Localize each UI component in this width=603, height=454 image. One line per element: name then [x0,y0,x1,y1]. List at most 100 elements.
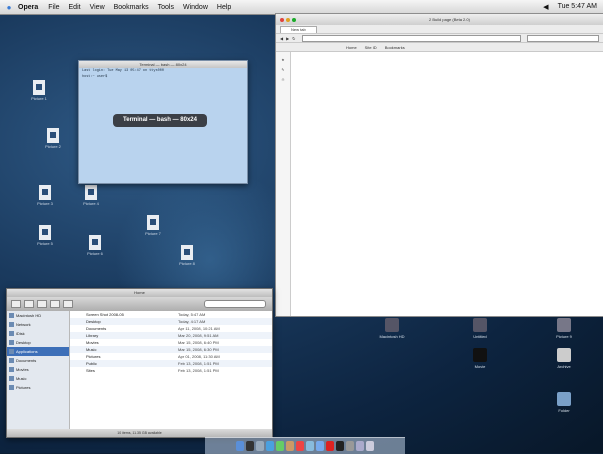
sidebar-item-idisk[interactable]: iDisk [7,329,69,338]
menu-help[interactable]: Help [217,4,231,11]
bookmark-bookmarks[interactable]: Bookmarks [385,45,405,50]
volume-icon[interactable]: ◀ [543,3,548,11]
sidebar-item-network[interactable]: Network [7,320,69,329]
desktop-icon[interactable]: Untitled [460,318,500,339]
finder-search-input[interactable] [204,300,266,308]
ichat-icon[interactable] [276,441,284,451]
bookmark-site-id[interactable]: Site ID [365,45,377,50]
menu-bookmarks[interactable]: Bookmarks [114,4,149,11]
view-column-button[interactable] [63,300,73,308]
forward-button[interactable] [24,300,34,308]
address-input[interactable] [301,34,521,42]
desktop-icon[interactable]: Picture 7 [142,215,164,236]
downloads-icon[interactable] [356,441,364,451]
panel-notes-icon[interactable]: ✎ [276,68,290,72]
minimize-button[interactable] [286,17,290,22]
document-icon [147,215,159,230]
finder-icon[interactable] [236,441,244,451]
mail-icon[interactable] [256,441,264,451]
preferences-icon[interactable] [346,441,354,451]
document-icon [557,318,571,332]
view-list-button[interactable] [50,300,60,308]
drive-icon [473,318,487,332]
tab-bar: New tab [276,25,603,34]
desktop-icon[interactable]: Macintosh HD [372,318,412,339]
trash-icon[interactable] [366,441,374,451]
file-row[interactable]: Music Mar 15, 2008, 6:30 PM [70,346,272,353]
search-input[interactable] [527,34,599,42]
sidebar-item-applications[interactable]: Applications [7,347,69,356]
menu-file[interactable]: File [48,4,59,11]
menu-tools[interactable]: Tools [158,4,174,11]
menu-view[interactable]: View [90,4,105,11]
itunes-icon[interactable] [316,441,324,451]
window-controls [280,17,296,22]
apple-icon[interactable]: ● [0,3,18,12]
file-row[interactable]: Library Mar 20, 2008, 9:51 AM [70,332,272,339]
finder-title-bar[interactable]: Home [7,289,272,297]
browser-title: 2 Build page (Beta 2.0) [429,17,470,22]
desktop-icon[interactable]: Picture 4 [80,185,102,206]
desktop-icon[interactable]: Picture 5 [34,225,56,246]
menu-window[interactable]: Window [183,4,208,11]
tab-new[interactable]: New tab [280,25,317,33]
dashboard-icon[interactable] [246,441,254,451]
iphoto-icon[interactable] [306,441,314,451]
document-icon [33,80,45,95]
bookmarks-bar: Home Site ID Bookmarks [276,43,603,52]
sidebar-item-pictures[interactable]: Pictures [7,383,69,392]
file-row[interactable]: Documents Apr 11, 2008, 10:21 AM [70,325,272,332]
document-icon [39,185,51,200]
terminal-size-hud: Terminal — bash — 80x24 [113,114,207,127]
sidebar-item-desktop[interactable]: Desktop [7,338,69,347]
browser-title-bar[interactable]: 2 Build page (Beta 2.0) [276,14,603,25]
reload-icon[interactable]: ↻ [292,36,295,41]
desktop-icon[interactable]: Picture 1 [28,80,50,101]
dock [205,437,405,454]
finder-window[interactable]: Home Macintosh HD Network iDisk Desktop … [6,288,273,438]
sidebar-item-music[interactable]: Music [7,374,69,383]
clock[interactable]: Tue 5:47 AM [558,3,597,11]
browser-window[interactable]: 2 Build page (Beta 2.0) New tab ◀ ▶ ↻ Ho… [275,13,603,317]
desktop-icon[interactable]: Picture 8 [176,245,198,266]
desktop-icon[interactable]: Picture 3 [34,185,56,206]
sidebar-item-movies[interactable]: Movies [7,365,69,374]
sidebar-item-macintosh-hd[interactable]: Macintosh HD [7,311,69,320]
file-row[interactable]: Pictures Apr 01, 2008, 11:30 AM [70,353,272,360]
app-menu[interactable]: Opera [18,4,38,11]
bookmark-home[interactable]: Home [346,45,357,50]
terminal-title-bar[interactable]: Terminal — bash — 80x24 [79,61,247,68]
forward-icon[interactable]: ▶ [286,36,289,41]
finder-toolbar [7,297,272,311]
safari-icon[interactable] [266,441,274,451]
desktop-icon[interactable]: Picture 9 [544,318,584,339]
terminal-prompt[interactable]: host:~ user$ [79,74,247,80]
desktop-icon[interactable]: Archive [544,348,584,369]
menu-edit[interactable]: Edit [69,4,81,11]
drive-icon [385,318,399,332]
view-icon-button[interactable] [37,300,47,308]
file-row[interactable]: Desktop Today, 4:17 AM [70,318,272,325]
ical-icon[interactable] [296,441,304,451]
finder-status-bar: 10 items, 11.35 GB available [7,429,272,437]
address-book-icon[interactable] [286,441,294,451]
terminal-window[interactable]: Terminal — bash — 80x24 Last login: Tue … [78,60,248,184]
close-button[interactable] [280,17,284,22]
file-row[interactable]: Sites Feb 13, 2008, 1:51 PM [70,367,272,374]
file-row[interactable]: Screen Shot 2008-05 Today, 5:47 AM [70,311,272,318]
panel-bookmarks-icon[interactable]: ★ [276,58,290,62]
desktop-icon[interactable]: Picture 6 [84,235,106,256]
desktop-icon[interactable]: Folder [544,392,584,413]
sidebar-item-documents[interactable]: Documents [7,356,69,365]
panel-history-icon[interactable]: ⏱ [276,78,290,82]
document-icon [47,128,59,143]
desktop-icon[interactable]: Picture 2 [42,128,64,149]
desktop-icon[interactable]: Movie [460,348,500,369]
finder-sidebar: Macintosh HD Network iDisk Desktop Appli… [7,311,70,429]
file-row[interactable]: Movies Mar 15, 2008, 6:40 PM [70,339,272,346]
back-icon[interactable]: ◀ [280,36,283,41]
terminal-icon[interactable] [336,441,344,451]
opera-icon[interactable] [326,441,334,451]
back-button[interactable] [11,300,21,308]
file-row[interactable]: Public Feb 13, 2008, 1:51 PM [70,360,272,367]
